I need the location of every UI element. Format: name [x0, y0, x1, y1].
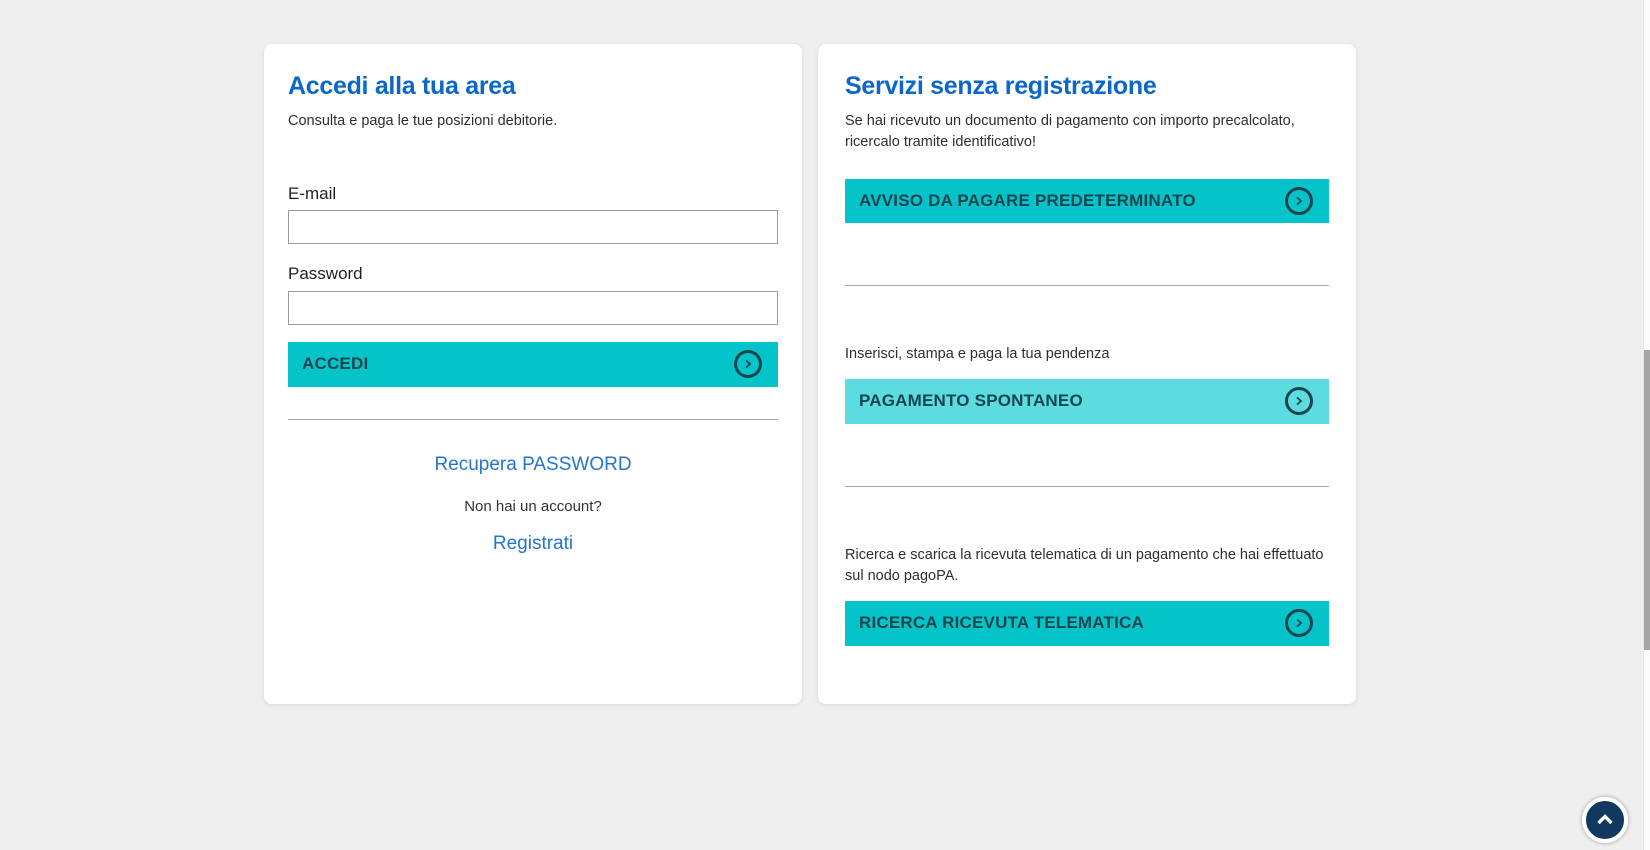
password-label: Password: [288, 264, 778, 284]
services-divider: [845, 285, 1329, 286]
ricerca-ricevuta-button[interactable]: RICERCA RICEVUTA TELEMATICA: [845, 601, 1329, 646]
scrollbar-thumb[interactable]: [1644, 350, 1650, 650]
login-button-label: ACCEDI: [302, 354, 368, 374]
email-label: E-mail: [288, 184, 778, 204]
scroll-to-top-button[interactable]: [1582, 797, 1628, 843]
register-link[interactable]: Registrati: [493, 533, 573, 555]
avviso-predeterminato-label: AVVISO DA PAGARE PREDETERMINATO: [859, 191, 1196, 211]
service-description: Inserisci, stampa e paga la tua pendenza: [845, 344, 1329, 365]
login-card-subtitle: Consulta e paga le tue posizioni debitor…: [288, 111, 778, 132]
service-description: Se hai ricevuto un documento di pagament…: [845, 111, 1329, 153]
avviso-predeterminato-button[interactable]: AVVISO DA PAGARE PREDETERMINATO: [845, 179, 1329, 223]
service-description: Ricerca e scarica la ricevuta telematica…: [845, 545, 1329, 587]
chevron-right-circle-icon: [1285, 387, 1313, 415]
chevron-right-circle-icon: [1285, 187, 1313, 215]
pagamento-spontaneo-label: PAGAMENTO SPONTANEO: [859, 391, 1083, 411]
recover-password-link[interactable]: Recupera PASSWORD: [434, 454, 631, 476]
login-card: Accedi alla tua area Consulta e paga le …: [264, 44, 802, 704]
login-button[interactable]: ACCEDI: [288, 342, 778, 387]
login-card-title: Accedi alla tua area: [288, 72, 778, 101]
chevron-right-circle-icon: [1285, 609, 1313, 637]
pagamento-spontaneo-button[interactable]: PAGAMENTO SPONTANEO: [845, 379, 1329, 424]
email-field[interactable]: [288, 210, 778, 244]
services-card: Servizi senza registrazione Se hai ricev…: [818, 44, 1356, 704]
no-account-text: Non hai un account?: [288, 498, 778, 515]
ricerca-ricevuta-label: RICERCA RICEVUTA TELEMATICA: [859, 613, 1144, 633]
chevron-up-icon: [1593, 808, 1617, 832]
password-field[interactable]: [288, 291, 778, 325]
chevron-right-circle-icon: [734, 350, 762, 378]
login-links-block: Recupera PASSWORD Non hai un account? Re…: [288, 420, 778, 555]
services-divider: [845, 486, 1329, 487]
scrollbar-track[interactable]: [1643, 0, 1650, 850]
services-card-title: Servizi senza registrazione: [845, 72, 1329, 101]
